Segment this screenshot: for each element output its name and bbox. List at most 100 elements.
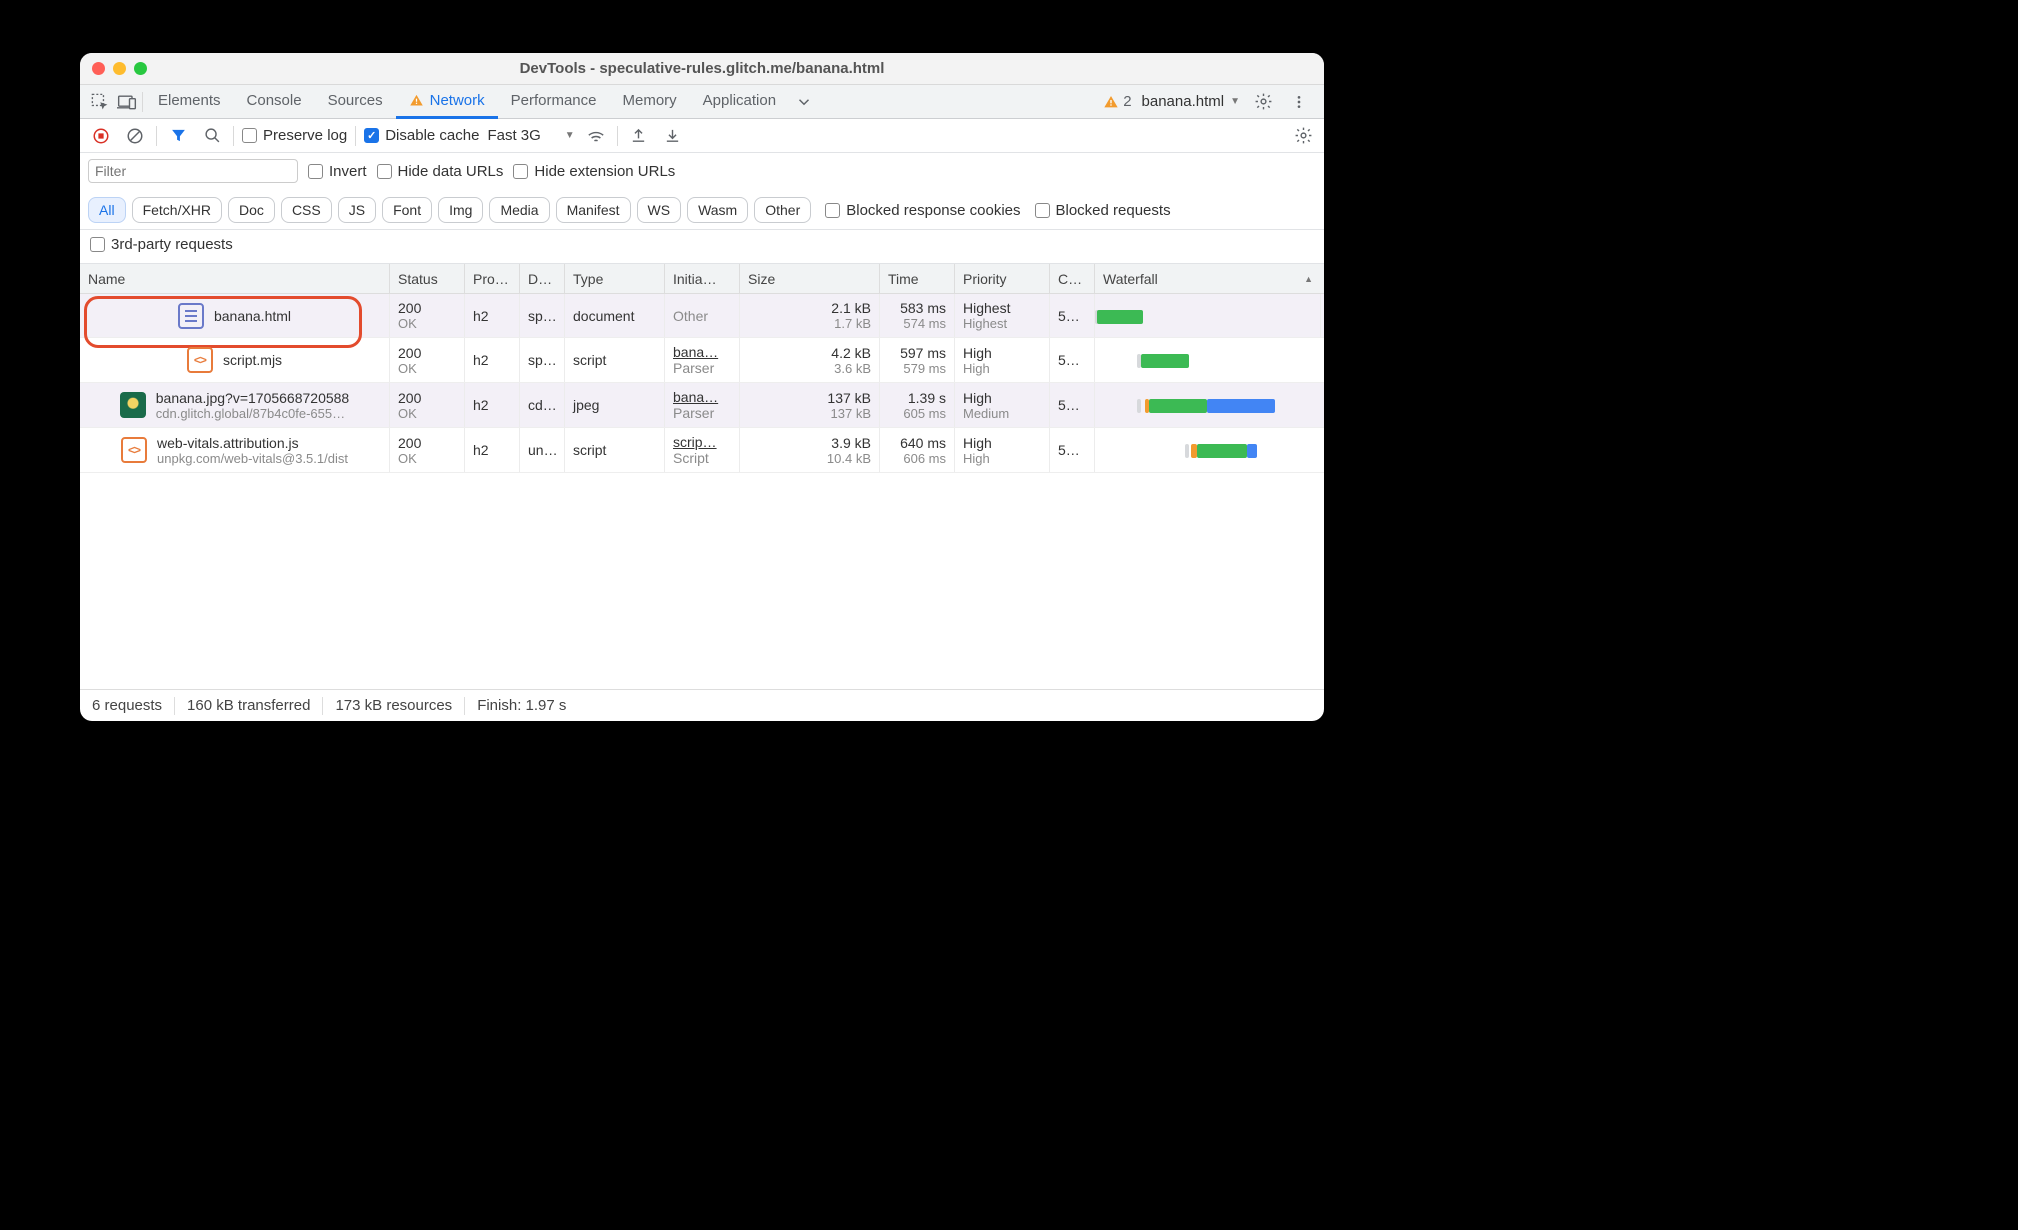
import-har-icon[interactable]: [660, 123, 686, 149]
panel-tabs: ElementsConsoleSourcesNetworkPerformance…: [80, 85, 1324, 119]
script-icon: <>: [187, 347, 213, 373]
column-header[interactable]: Status: [390, 264, 465, 293]
more-tabs-icon[interactable]: [791, 89, 817, 115]
column-header[interactable]: Priority: [955, 264, 1050, 293]
column-header[interactable]: Name: [80, 264, 390, 293]
more-menu-icon[interactable]: [1286, 89, 1312, 115]
table-header: NameStatusPro…D…TypeInitia…SizeTimePrior…: [80, 264, 1324, 294]
hide-data-label: Hide data URLs: [398, 163, 504, 180]
clear-button[interactable]: [122, 123, 148, 149]
blocked-requests-checkbox[interactable]: Blocked requests: [1035, 202, 1171, 219]
tab-application[interactable]: Application: [690, 85, 789, 119]
target-context-dropdown[interactable]: banana.html ▼: [1142, 93, 1240, 110]
blocked-cookies-checkbox[interactable]: Blocked response cookies: [825, 202, 1020, 219]
filter-chip-ws[interactable]: WS: [637, 197, 682, 223]
filter-chip-img[interactable]: Img: [438, 197, 483, 223]
image-icon: [120, 392, 146, 418]
filter-bar: Invert Hide data URLs Hide extension URL…: [80, 153, 1324, 230]
column-header[interactable]: C…: [1050, 264, 1095, 293]
column-header[interactable]: Type: [565, 264, 665, 293]
status-requests: 6 requests: [92, 697, 162, 714]
devtools-window: DevTools - speculative-rules.glitch.me/b…: [80, 53, 1324, 721]
column-header[interactable]: Pro…: [465, 264, 520, 293]
network-toolbar: Preserve log ✓Disable cache Fast 3G ▼: [80, 119, 1324, 153]
export-har-icon[interactable]: [626, 123, 652, 149]
filter-chip-js[interactable]: JS: [338, 197, 376, 223]
script-icon: <>: [121, 437, 147, 463]
status-resources: 173 kB resources: [335, 697, 452, 714]
disable-cache-checkbox[interactable]: ✓Disable cache: [364, 127, 479, 144]
invert-label: Invert: [329, 163, 367, 180]
hide-data-urls-checkbox[interactable]: Hide data URLs: [377, 163, 504, 180]
request-name: script.mjs: [223, 352, 282, 368]
blocked-cookies-label: Blocked response cookies: [846, 202, 1020, 219]
filter-chip-wasm[interactable]: Wasm: [687, 197, 748, 223]
waterfall-cell: [1095, 338, 1321, 382]
target-context-label: banana.html: [1142, 93, 1225, 110]
table-row[interactable]: banana.jpg?v=1705668720588cdn.glitch.glo…: [80, 383, 1324, 428]
titlebar: DevTools - speculative-rules.glitch.me/b…: [80, 53, 1324, 85]
throttling-label: Fast 3G: [487, 127, 540, 144]
hide-ext-urls-checkbox[interactable]: Hide extension URLs: [513, 163, 675, 180]
settings-icon[interactable]: [1250, 89, 1276, 115]
disable-cache-label: Disable cache: [385, 127, 479, 144]
status-transferred: 160 kB transferred: [187, 697, 310, 714]
window-close-button[interactable]: [92, 62, 105, 75]
window-title: DevTools - speculative-rules.glitch.me/b…: [80, 60, 1324, 77]
tab-performance[interactable]: Performance: [498, 85, 610, 119]
filter-chip-all[interactable]: All: [88, 197, 126, 223]
document-icon: [178, 303, 204, 329]
waterfall-cell: [1095, 294, 1321, 337]
window-zoom-button[interactable]: [134, 62, 147, 75]
invert-checkbox[interactable]: Invert: [308, 163, 367, 180]
tab-memory[interactable]: Memory: [610, 85, 690, 119]
filter-chip-css[interactable]: CSS: [281, 197, 332, 223]
sort-asc-icon: ▲: [1304, 274, 1313, 284]
third-party-label: 3rd-party requests: [111, 236, 233, 253]
filter-icon[interactable]: [165, 123, 191, 149]
window-minimize-button[interactable]: [113, 62, 126, 75]
tab-elements[interactable]: Elements: [145, 85, 234, 119]
chevron-down-icon: ▼: [565, 130, 575, 141]
request-name: banana.jpg?v=1705668720588: [156, 390, 349, 406]
filter-chip-doc[interactable]: Doc: [228, 197, 275, 223]
hide-ext-label: Hide extension URLs: [534, 163, 675, 180]
tab-console[interactable]: Console: [234, 85, 315, 119]
blocked-requests-label: Blocked requests: [1056, 202, 1171, 219]
issues-count: 2: [1123, 93, 1131, 110]
status-finish: Finish: 1.97 s: [477, 697, 566, 714]
column-header[interactable]: Initia…: [665, 264, 740, 293]
preserve-log-label: Preserve log: [263, 127, 347, 144]
filter-chip-other[interactable]: Other: [754, 197, 811, 223]
request-domain: cdn.glitch.global/87b4c0fe-655…: [156, 406, 349, 421]
third-party-checkbox[interactable]: 3rd-party requests: [80, 230, 1324, 264]
preserve-log-checkbox[interactable]: Preserve log: [242, 127, 347, 144]
filter-chip-manifest[interactable]: Manifest: [556, 197, 631, 223]
search-icon[interactable]: [199, 123, 225, 149]
filter-input[interactable]: [88, 159, 298, 183]
column-header[interactable]: Waterfall▲: [1095, 264, 1321, 293]
table-row[interactable]: <>web-vitals.attribution.jsunpkg.com/web…: [80, 428, 1324, 473]
filter-chip-media[interactable]: Media: [489, 197, 549, 223]
throttling-dropdown[interactable]: Fast 3G ▼: [487, 127, 574, 144]
chevron-down-icon: ▼: [1230, 96, 1240, 107]
device-toolbar-icon[interactable]: [114, 89, 140, 115]
tab-sources[interactable]: Sources: [315, 85, 396, 119]
filter-chip-fetchxhr[interactable]: Fetch/XHR: [132, 197, 222, 223]
column-header[interactable]: Time: [880, 264, 955, 293]
record-button[interactable]: [88, 123, 114, 149]
waterfall-cell: [1095, 383, 1321, 427]
table-row[interactable]: banana.html200OKh2sp…documentOther2.1 kB…: [80, 294, 1324, 338]
network-settings-icon[interactable]: [1290, 123, 1316, 149]
network-conditions-icon[interactable]: [583, 123, 609, 149]
waterfall-cell: [1095, 428, 1321, 472]
column-header[interactable]: Size: [740, 264, 880, 293]
tab-network[interactable]: Network: [396, 85, 498, 119]
request-name: web-vitals.attribution.js: [157, 435, 348, 451]
filter-chip-font[interactable]: Font: [382, 197, 432, 223]
request-table: banana.html200OKh2sp…documentOther2.1 kB…: [80, 294, 1324, 689]
column-header[interactable]: D…: [520, 264, 565, 293]
inspect-icon[interactable]: [86, 89, 112, 115]
issues-counter[interactable]: 2: [1103, 93, 1131, 110]
table-row[interactable]: <>script.mjs200OKh2sp…scriptbana…Parser4…: [80, 338, 1324, 383]
